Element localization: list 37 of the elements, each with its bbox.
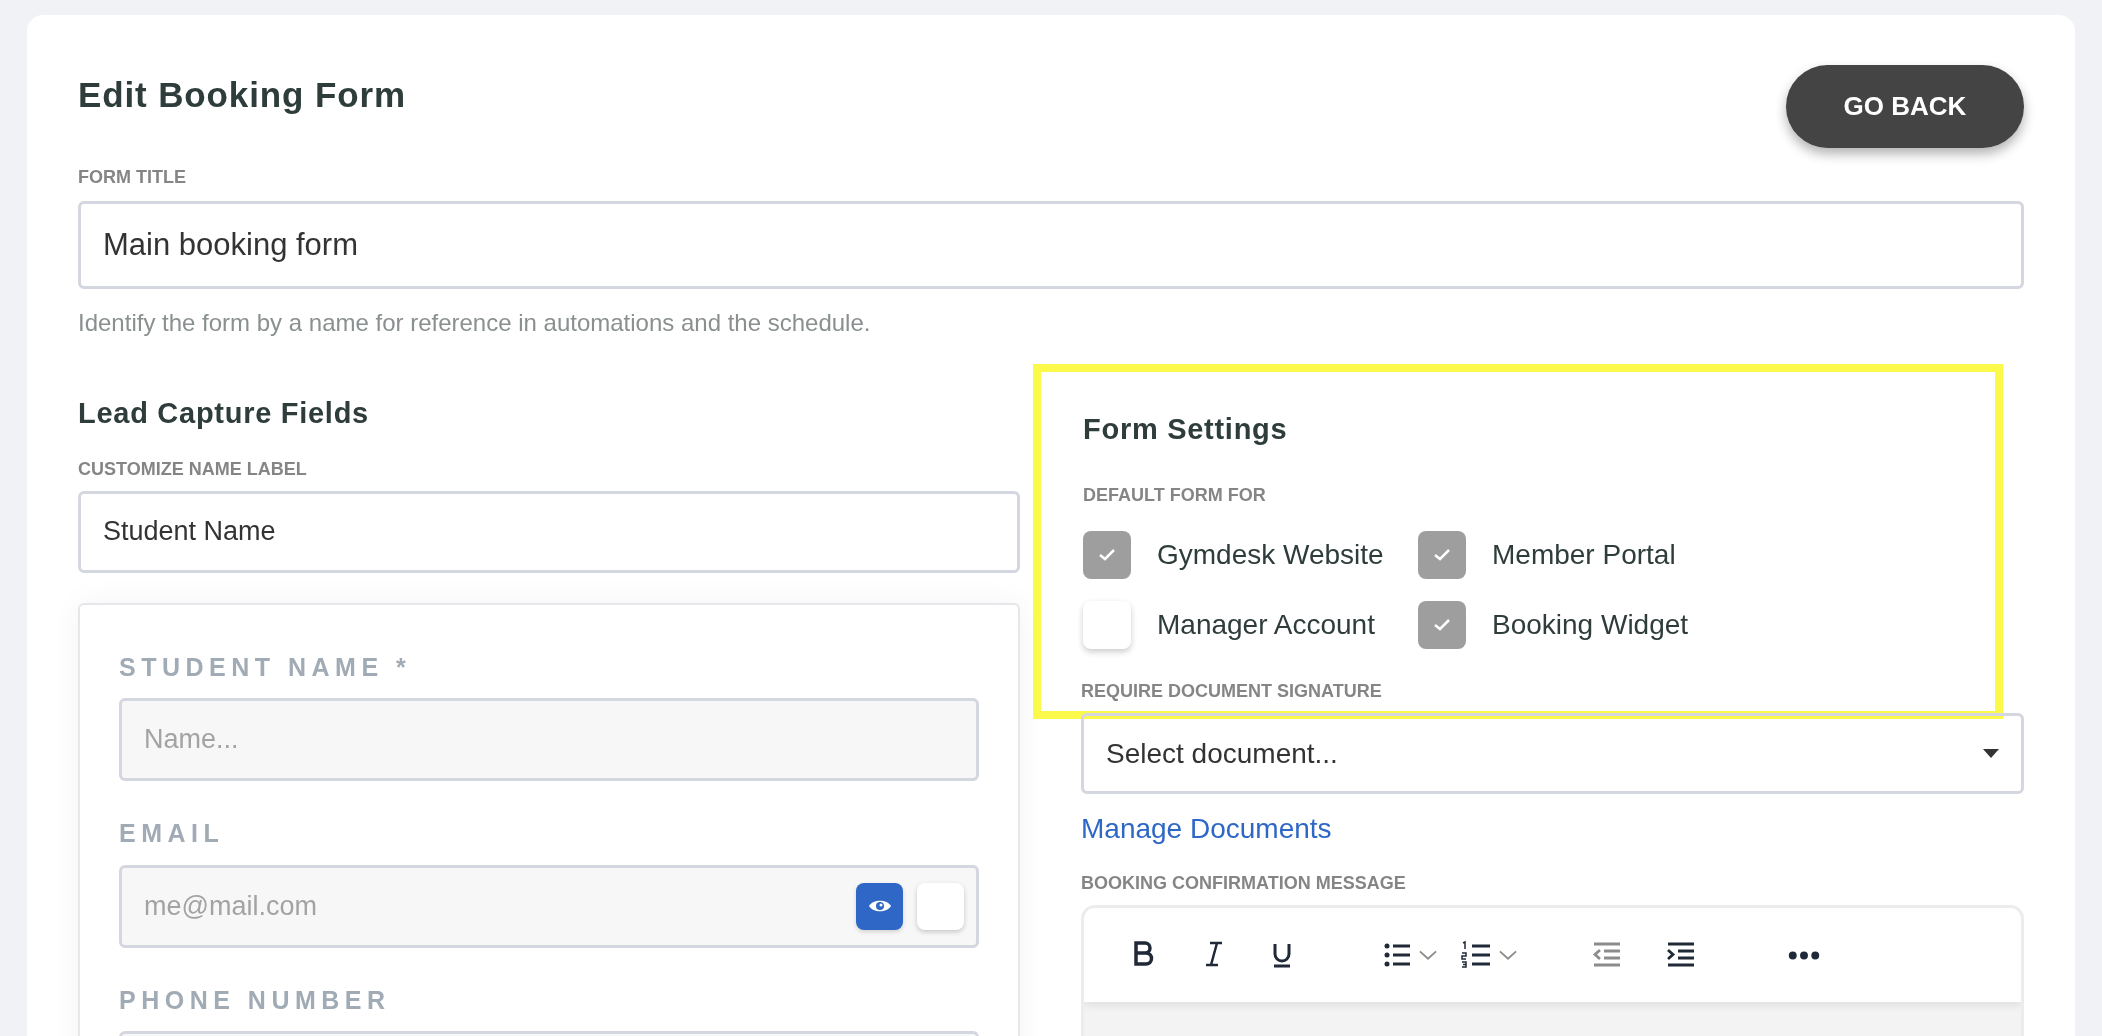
name-label-input[interactable]: Student Name — [78, 490, 1020, 573]
checkbox-label: Member Portal — [1492, 537, 1676, 572]
check-icon — [1433, 547, 1451, 562]
more-icon — [1787, 950, 1821, 960]
form-title-input[interactable]: Main booking form — [78, 201, 2024, 289]
checkbox[interactable] — [1418, 600, 1466, 649]
field-label: CUSTOMIZE NAME LABEL — [78, 457, 308, 481]
required-toggle[interactable] — [917, 882, 964, 930]
visibility-toggle[interactable] — [856, 882, 903, 930]
preview-field-label: STUDENT NAME * — [119, 651, 413, 683]
numbered-list-icon — [1459, 939, 1493, 971]
section-heading: Form Settings — [1083, 412, 1289, 447]
help-text: Identify the form by a name for reference in automations and the schedule. — [78, 308, 872, 338]
preview-field-label: EMAIL — [119, 818, 226, 849]
field-label: REQUIRE DOCUMENT SIGNATURE — [1081, 680, 1383, 703]
section-heading: Lead Capture Fields — [78, 396, 370, 431]
checkbox[interactable] — [1083, 530, 1131, 579]
checkbox[interactable] — [1083, 600, 1131, 649]
field-label: BOOKING CONFIRMATION MESSAGE — [1081, 872, 1407, 895]
eye-icon — [867, 898, 892, 914]
checkbox[interactable] — [1418, 530, 1466, 579]
caret-icon — [1983, 749, 1999, 758]
page-title: Edit Booking Form — [78, 74, 406, 116]
go-back-button[interactable]: GO BACK — [1786, 65, 2024, 148]
document-select[interactable]: Select document... — [1081, 713, 2024, 794]
checkbox-label: Booking Widget — [1492, 607, 1689, 642]
field-label: DEFAULT FORM FOR — [1083, 483, 1267, 507]
placeholder-text: Name... — [144, 723, 240, 757]
manage-documents-link[interactable]: Manage Documents — [1081, 808, 1332, 850]
placeholder-text: me@mail.com — [144, 889, 318, 923]
checkbox-label: Gymdesk Website — [1157, 537, 1384, 572]
select-value: Select document... — [1106, 736, 1338, 771]
field-label: FORM TITLE — [78, 166, 187, 189]
check-icon — [1433, 617, 1451, 632]
check-icon — [1098, 547, 1116, 562]
preview-field-label: PHONE NUMBER — [119, 984, 392, 1016]
checkbox-label: Manager Account — [1157, 607, 1375, 642]
